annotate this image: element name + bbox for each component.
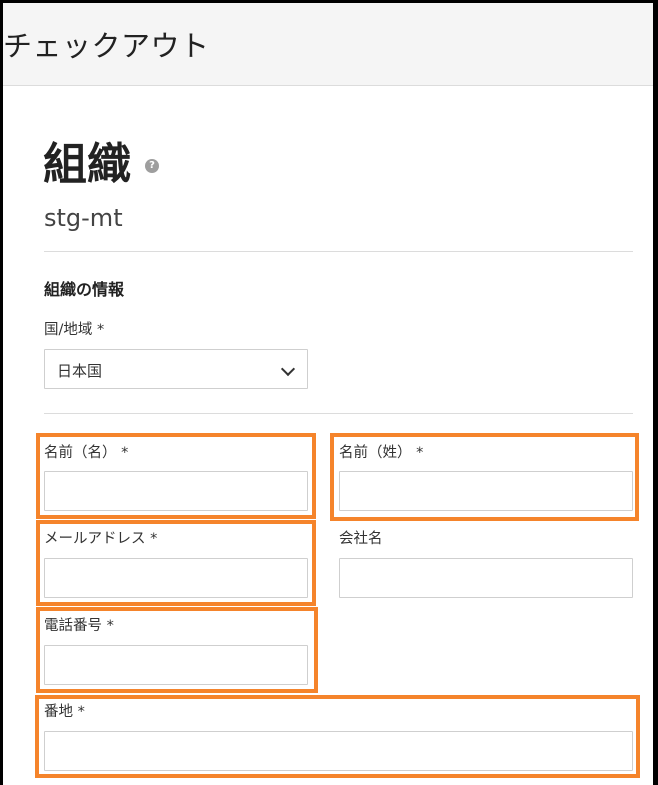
page-title: 組織: [43, 139, 131, 190]
organization-name: stg-mt: [44, 204, 123, 232]
window-frame-right: [653, 0, 658, 785]
country-select-value: 日本国: [57, 362, 103, 380]
company-label: 会社名: [339, 531, 383, 547]
chevron-down-icon: [280, 361, 296, 377]
highlight-email: [36, 520, 316, 606]
company-input[interactable]: [339, 558, 633, 598]
header-title: チェックアウト: [3, 29, 210, 63]
header-bar: チェックアウト: [3, 3, 653, 86]
highlight-last-name: [330, 433, 639, 521]
help-icon[interactable]: ?: [145, 159, 159, 173]
country-label: 国/地域 *: [44, 322, 105, 338]
divider: [44, 251, 633, 252]
country-select[interactable]: 日本国: [44, 349, 308, 389]
section-heading-org-info: 組織の情報: [44, 280, 125, 299]
highlight-first-name: [36, 433, 316, 519]
highlight-phone: [36, 607, 318, 693]
highlight-address: [35, 695, 640, 778]
divider: [44, 413, 633, 414]
window-frame-left: [0, 0, 3, 785]
